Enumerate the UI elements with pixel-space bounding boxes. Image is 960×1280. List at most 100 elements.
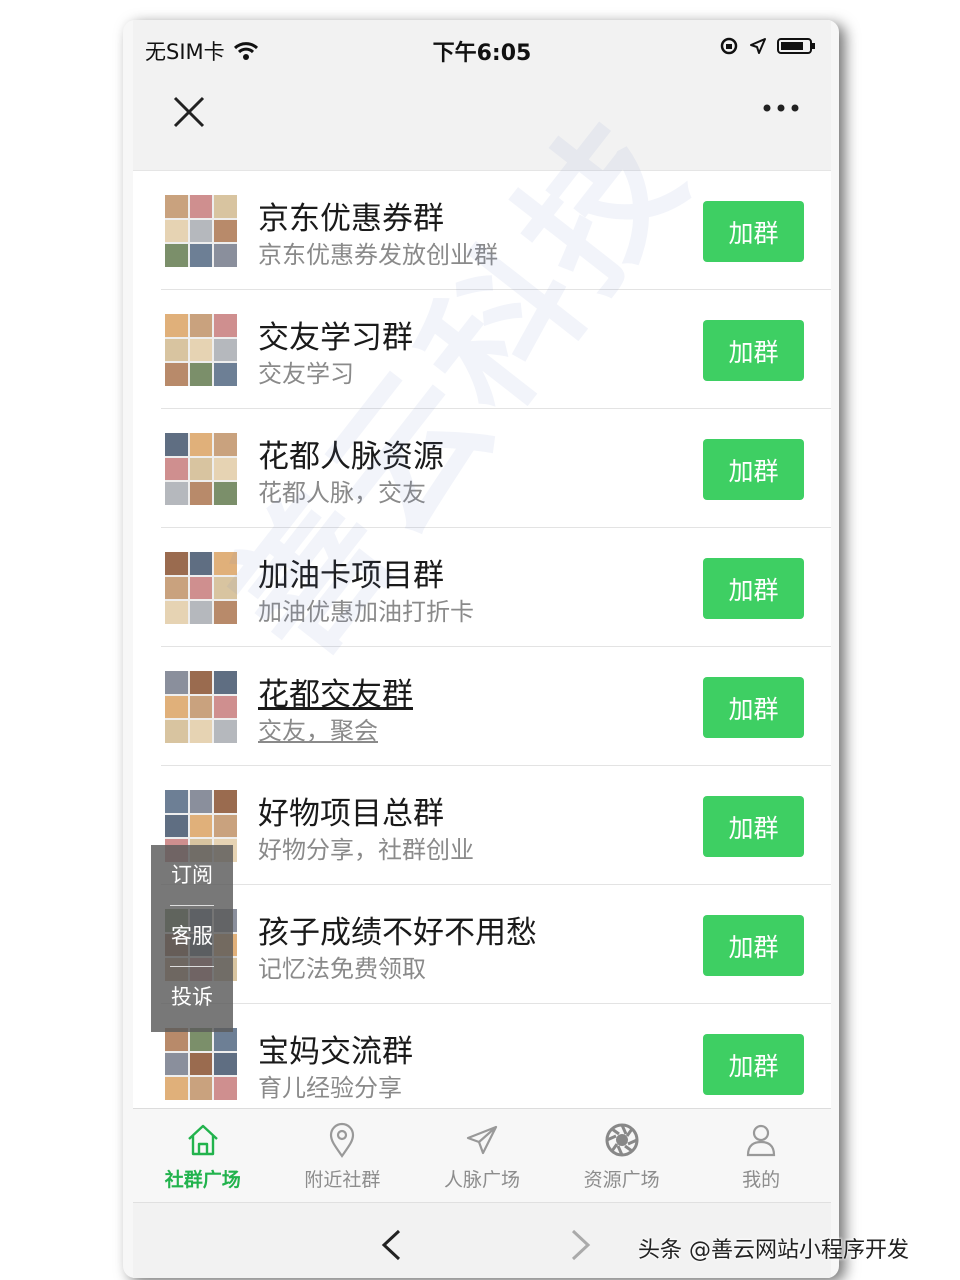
group-name: 好物项目总群 bbox=[258, 796, 444, 832]
customer-service-button[interactable]: 客服 bbox=[151, 906, 233, 966]
avatar-tile bbox=[165, 601, 188, 624]
group-item[interactable]: 孩子成绩不好不用愁 记忆法免费领取 加群 bbox=[133, 885, 831, 1004]
avatar-tile bbox=[189, 482, 213, 505]
status-bar: 无SIM卡 下午6:05 bbox=[133, 20, 831, 78]
phone-screen: 无SIM卡 下午6:05 京东优惠券群 京东优惠券发放创业群 加群 交友学习群 … bbox=[133, 20, 831, 1278]
avatar-tile bbox=[189, 814, 213, 838]
join-group-button[interactable]: 加群 bbox=[703, 677, 804, 738]
group-avatar bbox=[165, 195, 237, 267]
close-icon[interactable] bbox=[169, 92, 209, 132]
group-item[interactable]: 宝妈交流群 育儿经验分享 加群 bbox=[133, 1004, 831, 1108]
avatar-tile bbox=[214, 1052, 237, 1076]
avatar-tile bbox=[189, 433, 213, 456]
home-icon bbox=[187, 1124, 218, 1156]
more-options-icon[interactable] bbox=[761, 98, 801, 118]
avatar-tile bbox=[189, 219, 213, 243]
avatar-tile bbox=[165, 1052, 188, 1076]
avatar-tile bbox=[165, 695, 188, 719]
join-group-button[interactable]: 加群 bbox=[703, 201, 804, 262]
avatar-tile bbox=[165, 314, 188, 337]
group-item[interactable]: 加油卡项目群 加油优惠加油打折卡 加群 bbox=[133, 528, 831, 647]
group-desc: 加油优惠加油打折卡 bbox=[258, 598, 474, 626]
avatar-tile bbox=[189, 576, 213, 600]
avatar-tile bbox=[165, 433, 188, 456]
avatar-tile bbox=[165, 790, 188, 813]
nav-bar bbox=[133, 78, 831, 171]
forward-chevron-icon[interactable] bbox=[569, 1228, 593, 1262]
avatar-tile bbox=[165, 482, 188, 505]
avatar-tile bbox=[189, 457, 213, 481]
avatar-tile bbox=[214, 314, 237, 337]
avatar-tile bbox=[214, 814, 237, 838]
tab-contacts-square[interactable]: 人脉广场 bbox=[412, 1109, 552, 1202]
avatar-tile bbox=[214, 363, 237, 386]
tab-bar: 社群广场 附近社群 人脉广场 资源广场 我的 bbox=[133, 1108, 831, 1202]
avatar-tile bbox=[189, 314, 213, 337]
avatar-tile bbox=[189, 552, 213, 575]
avatar-tile bbox=[214, 1077, 237, 1100]
avatar-tile bbox=[214, 219, 237, 243]
group-item[interactable]: 好物项目总群 好物分享，社群创业 加群 bbox=[133, 766, 831, 885]
group-desc: 交友，聚会 bbox=[258, 717, 378, 745]
group-avatar bbox=[165, 314, 237, 386]
avatar-tile bbox=[214, 790, 237, 813]
join-group-button[interactable]: 加群 bbox=[703, 320, 804, 381]
avatar-tile bbox=[165, 219, 188, 243]
avatar-tile bbox=[189, 1052, 213, 1076]
group-item[interactable]: 交友学习群 交友学习 加群 bbox=[133, 290, 831, 409]
avatar-tile bbox=[189, 363, 213, 386]
group-desc: 花都人脉，交友 bbox=[258, 479, 426, 507]
avatar-tile bbox=[214, 244, 237, 267]
group-name: 花都交友群 bbox=[258, 677, 413, 713]
avatar-tile bbox=[214, 338, 237, 362]
group-desc: 记忆法免费领取 bbox=[258, 955, 426, 983]
location-arrow-icon bbox=[750, 38, 766, 54]
join-group-button[interactable]: 加群 bbox=[703, 439, 804, 500]
tab-nearby-groups[interactable]: 附近社群 bbox=[273, 1109, 413, 1202]
avatar-tile bbox=[165, 720, 188, 743]
tab-label: 附近社群 bbox=[304, 1169, 381, 1191]
group-item[interactable]: 花都人脉资源 花都人脉，交友 加群 bbox=[133, 409, 831, 528]
avatar-tile bbox=[165, 363, 188, 386]
back-chevron-icon[interactable] bbox=[379, 1228, 403, 1262]
group-item[interactable]: 花都交友群 交友，聚会 加群 bbox=[133, 647, 831, 766]
group-name: 京东优惠券群 bbox=[258, 201, 444, 237]
group-avatar bbox=[165, 552, 237, 624]
avatar-tile bbox=[165, 195, 188, 218]
avatar-tile bbox=[165, 338, 188, 362]
avatar-tile bbox=[189, 1077, 213, 1100]
join-group-button[interactable]: 加群 bbox=[703, 1034, 804, 1095]
phone-frame: 无SIM卡 下午6:05 京东优惠券群 京东优惠券发放创业群 加群 交友学习群 … bbox=[123, 20, 839, 1278]
join-group-button[interactable]: 加群 bbox=[703, 796, 804, 857]
subscribe-button[interactable]: 订阅 bbox=[151, 845, 233, 905]
tab-resource-square[interactable]: 资源广场 bbox=[552, 1109, 692, 1202]
floating-menu: 订阅 客服 投诉 bbox=[151, 845, 233, 1032]
avatar-tile bbox=[214, 482, 237, 505]
avatar-tile bbox=[214, 195, 237, 218]
group-name: 孩子成绩不好不用愁 bbox=[258, 915, 537, 951]
group-name: 宝妈交流群 bbox=[258, 1034, 413, 1070]
avatar-tile bbox=[214, 671, 237, 694]
join-group-button[interactable]: 加群 bbox=[703, 558, 804, 619]
avatar-tile bbox=[214, 695, 237, 719]
avatar-tile bbox=[165, 1077, 188, 1100]
avatar-tile bbox=[189, 790, 213, 813]
avatar-tile bbox=[165, 671, 188, 694]
group-list: 京东优惠券群 京东优惠券发放创业群 加群 交友学习群 交友学习 加群 花都人脉资… bbox=[133, 171, 831, 1108]
join-group-button[interactable]: 加群 bbox=[703, 915, 804, 976]
group-desc: 好物分享，社群创业 bbox=[258, 836, 474, 864]
avatar-tile bbox=[189, 338, 213, 362]
tab-community-square[interactable]: 社群广场 bbox=[133, 1109, 273, 1202]
group-item[interactable]: 京东优惠券群 京东优惠券发放创业群 加群 bbox=[133, 171, 831, 290]
avatar-tile bbox=[214, 552, 237, 575]
avatar-tile bbox=[214, 433, 237, 456]
avatar-tile bbox=[165, 244, 188, 267]
group-avatar bbox=[165, 433, 237, 505]
complain-button[interactable]: 投诉 bbox=[151, 967, 233, 1027]
send-icon bbox=[466, 1125, 498, 1155]
avatar-tile bbox=[165, 814, 188, 838]
tab-mine[interactable]: 我的 bbox=[691, 1109, 831, 1202]
avatar-tile bbox=[165, 552, 188, 575]
avatar-tile bbox=[189, 195, 213, 218]
source-credit: 头条 @善云网站小程序开发 bbox=[638, 1238, 909, 1263]
